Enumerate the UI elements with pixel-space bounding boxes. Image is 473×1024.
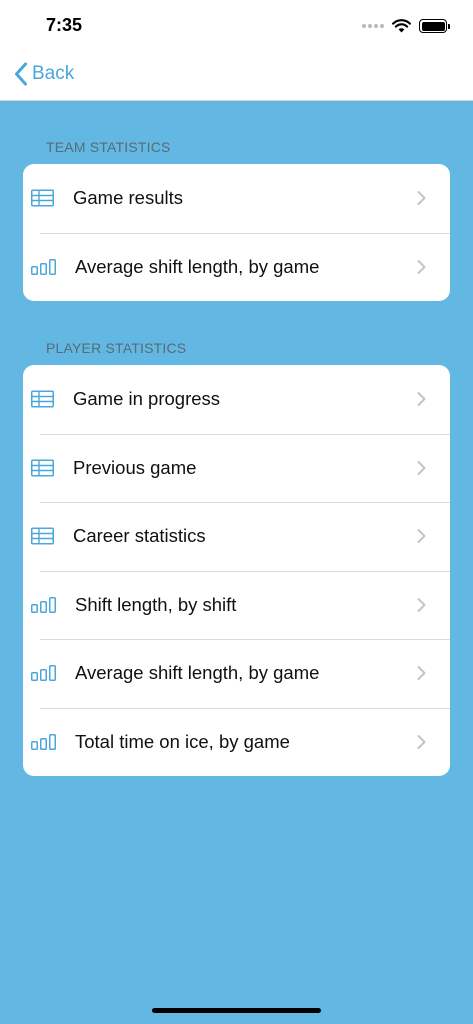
cellular-signal-icon: [362, 24, 384, 28]
list-item-label: Game results: [73, 187, 184, 209]
table-icon: [31, 459, 54, 477]
list-item[interactable]: Career statistics: [23, 502, 450, 571]
navigation-bar: 7:35 Back: [0, 0, 473, 101]
list-item[interactable]: Total time on ice, by game: [23, 707, 450, 777]
list-item[interactable]: Average shift length, by game: [23, 232, 450, 302]
section-header-team: TEAM STATISTICS: [46, 139, 171, 155]
bar-chart-icon: [31, 733, 56, 750]
table-icon: [31, 527, 54, 545]
table-icon: [31, 189, 54, 207]
list-item-label: Total time on ice, by game: [75, 730, 290, 752]
chevron-right-icon: [417, 392, 426, 407]
list-item-label: Game in progress: [73, 388, 221, 410]
player-statistics-list: Game in progress Previous game Career st…: [23, 365, 450, 776]
back-button[interactable]: Back: [14, 62, 74, 86]
chevron-right-icon: [417, 191, 426, 206]
bar-chart-icon: [31, 596, 56, 613]
status-icons: [362, 16, 450, 36]
chevron-left-icon: [15, 62, 27, 86]
bar-chart-icon: [31, 665, 56, 682]
list-item[interactable]: Game results: [23, 164, 450, 233]
table-icon: [31, 390, 54, 408]
section-header-player: PLAYER STATISTICS: [46, 340, 187, 356]
chevron-right-icon: [417, 666, 426, 681]
chevron-right-icon: [417, 597, 426, 612]
list-item-label: Previous game: [73, 456, 197, 478]
chevron-right-icon: [417, 734, 426, 749]
list-item[interactable]: Average shift length, by game: [23, 639, 450, 708]
list-item[interactable]: Shift length, by shift: [23, 570, 450, 640]
list-item-label: Average shift length, by game: [75, 662, 320, 684]
team-statistics-list: Game results Average shift length, by ga…: [23, 164, 450, 301]
chevron-right-icon: [417, 529, 426, 544]
back-button-label: Back: [32, 63, 75, 84]
bar-chart-icon: [31, 258, 56, 275]
battery-icon: [419, 19, 450, 33]
chevron-right-icon: [417, 460, 426, 475]
list-item[interactable]: Game in progress: [23, 365, 450, 434]
home-indicator[interactable]: [152, 1008, 321, 1013]
list-item[interactable]: Previous game: [23, 433, 450, 503]
status-time: 7:35: [46, 15, 83, 35]
wifi-icon: [392, 19, 411, 33]
list-item-label: Average shift length, by game: [75, 255, 320, 277]
list-item-label: Shift length, by shift: [75, 593, 237, 615]
list-item-label: Career statistics: [73, 525, 206, 547]
chevron-right-icon: [417, 259, 426, 274]
